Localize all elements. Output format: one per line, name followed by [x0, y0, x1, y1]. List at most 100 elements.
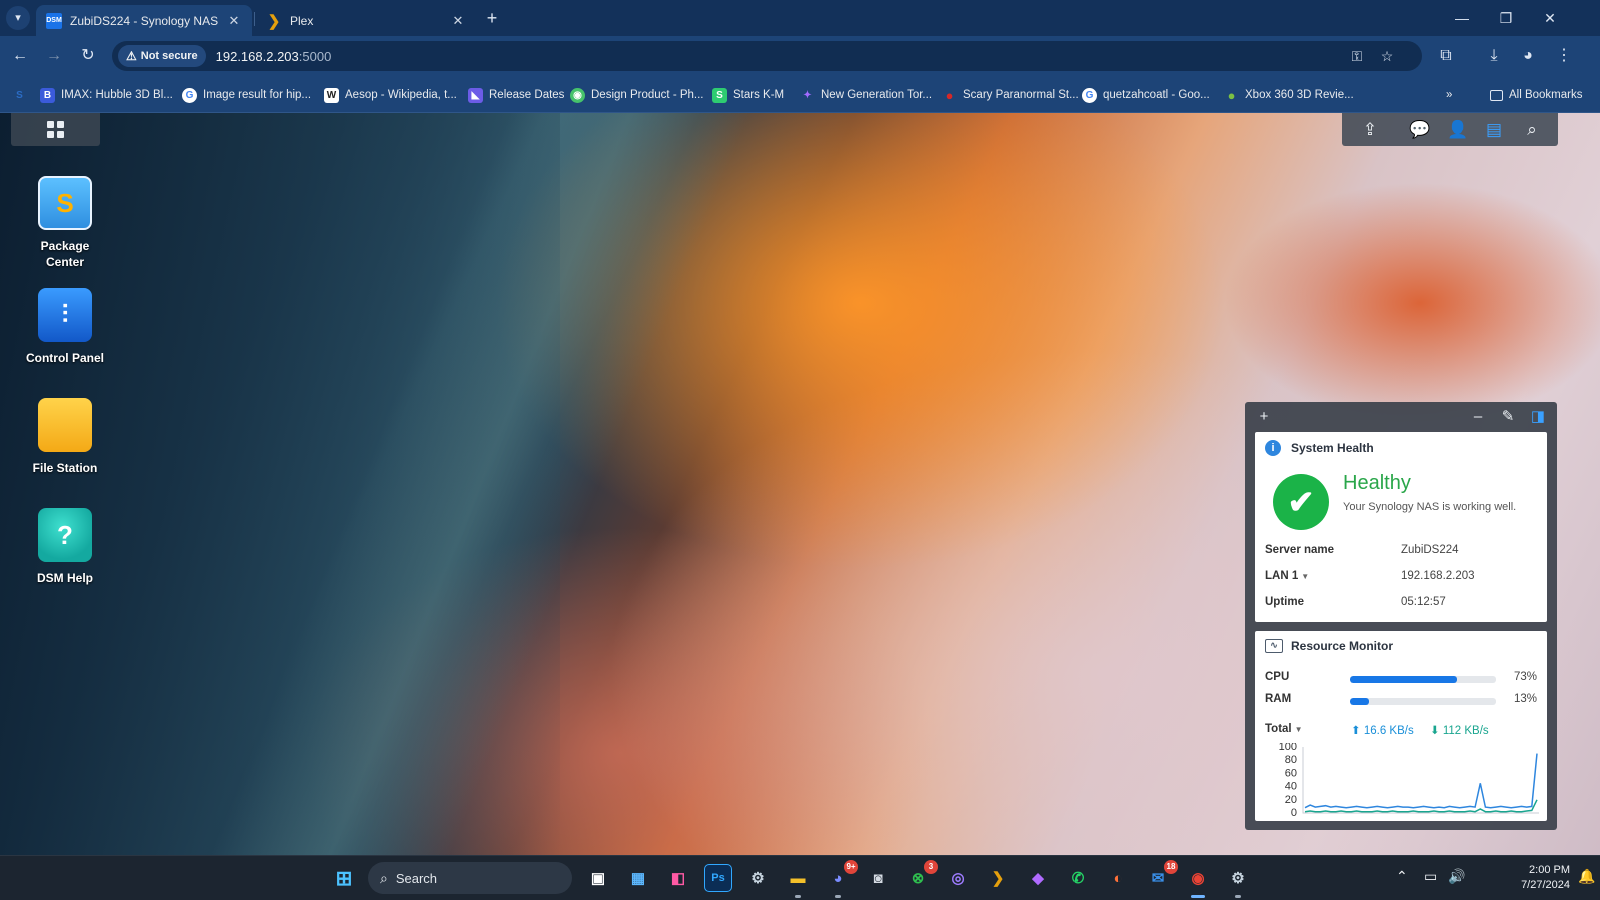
- taskbar-search[interactable]: ⌕ Search: [368, 862, 572, 894]
- steam-icon[interactable]: ⚙: [744, 864, 772, 892]
- add-widget-icon[interactable]: +: [1253, 408, 1275, 426]
- address-bar[interactable]: ⚠ Not secure 192.168.2.203:5000 ⚿ ☆: [112, 41, 1422, 71]
- search-placeholder: Search: [395, 870, 438, 886]
- extensions-icon[interactable]: ⧉: [1434, 44, 1458, 68]
- network-display-icon[interactable]: ▭: [1424, 868, 1437, 885]
- bookmark-item[interactable]: ● Scary Paranormal St...: [942, 85, 1079, 105]
- password-key-icon[interactable]: ⚿: [1346, 45, 1368, 67]
- xbox-icon[interactable]: ⊗ 3: [904, 860, 938, 892]
- server-name-row: Server name ZubiDS224: [1265, 544, 1537, 562]
- plex-icon[interactable]: ❯: [984, 864, 1012, 892]
- control-panel-shortcut[interactable]: ⫶ Control Panel: [14, 288, 116, 366]
- purple-app-icon[interactable]: ◆: [1024, 864, 1052, 892]
- widget-layout-icon[interactable]: ◨: [1527, 408, 1549, 426]
- network-row: Total ▼ ⬆ 16.6 KB/s ⬇ 112 KB/s: [1265, 723, 1537, 739]
- minimize-window-icon[interactable]: —: [1440, 0, 1484, 36]
- bookmarks-bar: S B IMAX: Hubble 3D Bl... G Image result f…: [0, 76, 1600, 113]
- show-hidden-icons-chevron[interactable]: ⌃: [1396, 868, 1408, 885]
- user-icon[interactable]: 👤: [1446, 118, 1470, 142]
- app-label: File Station: [32, 461, 98, 475]
- widgets-icon[interactable]: ▤: [1482, 118, 1506, 142]
- all-bookmarks-button[interactable]: All Bookmarks: [1490, 85, 1583, 105]
- bookmark-item[interactable]: G Image result for hip...: [182, 85, 311, 105]
- downloads-icon[interactable]: ⤓: [1482, 44, 1506, 68]
- bookmark-item[interactable]: ◣ Release Dates: [468, 85, 564, 105]
- restore-window-icon[interactable]: ❐: [1484, 0, 1528, 36]
- discord-icon[interactable]: ◕ 9+: [824, 860, 858, 898]
- close-tab-icon[interactable]: ✕: [226, 13, 242, 29]
- system-health-card: i System Health ✔ Healthy Your Synology …: [1255, 432, 1547, 622]
- folder-icon: [1490, 89, 1503, 101]
- dsm-help-shortcut[interactable]: ? DSM Help: [14, 508, 116, 586]
- upload-rate: ⬆ 16.6 KB/s: [1351, 723, 1414, 737]
- microsoft-store-icon[interactable]: ▦: [624, 864, 652, 892]
- back-icon[interactable]: ←: [8, 44, 32, 68]
- row-key: Uptime: [1265, 596, 1304, 608]
- tab-search-chevron-icon[interactable]: ▾: [6, 6, 30, 30]
- main-menu-button[interactable]: [11, 113, 100, 146]
- outlook-icon[interactable]: ✉ 18: [1144, 860, 1178, 892]
- lan-row[interactable]: LAN 1 ▼ 192.168.2.203: [1265, 570, 1537, 588]
- bookmark-item[interactable]: B IMAX: Hubble 3D Bl...: [40, 85, 173, 105]
- bookmarks-overflow-icon[interactable]: »: [1446, 85, 1452, 105]
- lan-key[interactable]: LAN 1 ▼: [1265, 570, 1309, 582]
- bookmark-label: Image result for hip...: [203, 89, 312, 101]
- clock-date: 7/27/2024: [1521, 879, 1570, 891]
- pink-app-icon[interactable]: ◧: [664, 864, 692, 892]
- profile-avatar-icon[interactable]: ◕: [1516, 44, 1540, 68]
- search-icon[interactable]: ⌕: [1520, 118, 1544, 142]
- tab-plex[interactable]: ❯ Plex ✕: [256, 5, 476, 36]
- minimize-widget-icon[interactable]: –: [1467, 408, 1489, 426]
- start-button-windows-icon[interactable]: ⊞: [330, 864, 358, 892]
- bookmark-item[interactable]: ✦ New Generation Tor...: [800, 85, 932, 105]
- volume-icon[interactable]: 🔊: [1448, 868, 1465, 885]
- bookmark-item[interactable]: W Aesop - Wikipedia, t...: [324, 85, 457, 105]
- reload-icon[interactable]: ↻: [76, 44, 100, 68]
- steam-running-icon[interactable]: ⚙: [1224, 864, 1252, 898]
- download-arrow-icon: ⬇: [1430, 725, 1440, 737]
- proton-vpn-icon[interactable]: ◎: [944, 864, 972, 892]
- health-status: Healthy: [1343, 472, 1411, 494]
- bookmark-item[interactable]: ◉ Design Product - Ph...: [570, 85, 704, 105]
- bookmark-item[interactable]: ● Xbox 360 3D Revie...: [1224, 85, 1354, 105]
- new-tab-button[interactable]: +: [480, 6, 504, 30]
- bookmark-apps-icon[interactable]: S: [12, 85, 33, 105]
- forward-icon[interactable]: →: [42, 44, 66, 68]
- chrome-icon[interactable]: ◉: [1184, 864, 1212, 898]
- package-center-shortcut[interactable]: S Package Center: [14, 176, 116, 270]
- firefox-icon[interactable]: ◐: [1104, 864, 1132, 892]
- upload-queue-icon[interactable]: ⇪: [1358, 118, 1382, 142]
- windows-taskbar: ⊞ ⌕ Search ▣ ▦ ◧ Ps ⚙ ▬ ◕ 9+ ◙ ⊗ 3 ◎ ❯ ◆ ✆…: [0, 855, 1600, 900]
- bookmark-star-icon[interactable]: ☆: [1376, 45, 1398, 67]
- close-window-icon[interactable]: ✕: [1528, 0, 1572, 36]
- taskbar-clock[interactable]: 2:00 PM 7/27/2024: [1500, 863, 1570, 893]
- tab-strip: ▾ DSM ZubiDS224 - Synology NAS ✕ ❯ Plex …: [0, 0, 1600, 36]
- tab-title: ZubiDS224 - Synology NAS: [70, 13, 219, 28]
- task-view-icon[interactable]: ▣: [584, 864, 612, 892]
- camera-icon[interactable]: ◙: [864, 864, 892, 892]
- bookmark-item[interactable]: S Stars K-M: [712, 85, 784, 105]
- whatsapp-icon[interactable]: ✆: [1064, 864, 1092, 892]
- google-icon: G: [182, 87, 197, 103]
- close-tab-icon[interactable]: ✕: [450, 13, 466, 29]
- pin-widget-icon[interactable]: ✎: [1497, 408, 1519, 426]
- bookmark-label: quetzahcoatl - Goo...: [1103, 89, 1210, 101]
- browser-menu-icon[interactable]: ⋮: [1552, 44, 1576, 68]
- notifications-chat-icon[interactable]: 💬: [1408, 118, 1432, 142]
- dropdown-caret-icon: ▼: [1294, 725, 1303, 734]
- photoshop-icon[interactable]: Ps: [704, 864, 732, 892]
- system-health-title: i System Health: [1265, 440, 1374, 456]
- stars-km-icon: S: [712, 87, 727, 103]
- tab-synology[interactable]: DSM ZubiDS224 - Synology NAS ✕: [36, 5, 252, 36]
- notification-badge: 3: [924, 860, 938, 874]
- app-label: Package Center: [40, 239, 90, 269]
- security-chip[interactable]: ⚠ Not secure: [118, 45, 206, 67]
- row-value: 05:12:57: [1401, 596, 1446, 608]
- file-explorer-icon[interactable]: ▬: [784, 864, 812, 898]
- dsm-help-icon: ?: [38, 508, 92, 562]
- network-selector[interactable]: Total ▼: [1265, 723, 1303, 735]
- url-text[interactable]: 192.168.2.203:5000: [216, 49, 332, 64]
- bookmark-item[interactable]: Gquetzahcoatl - Goo...: [1082, 85, 1210, 105]
- notifications-bell-icon[interactable]: 🔔: [1578, 868, 1595, 885]
- file-station-shortcut[interactable]: File Station: [14, 398, 116, 476]
